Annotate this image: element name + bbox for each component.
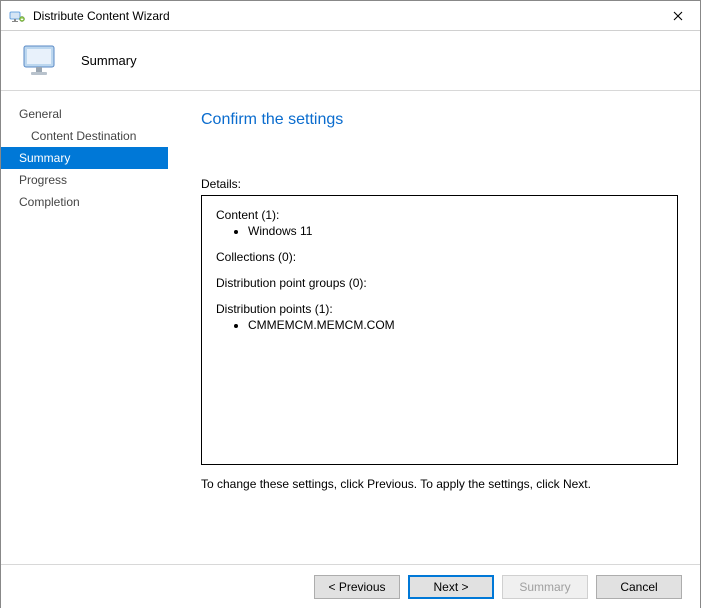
app-icon [9,8,25,24]
details-label: Details: [201,177,678,191]
details-dp-item: CMMEMCM.MEMCM.COM [248,318,663,332]
content-pane: Confirm the settings Details: Content (1… [169,91,700,564]
nav-item-progress[interactable]: Progress [1,169,168,191]
cancel-button[interactable]: Cancel [596,575,682,599]
details-dp-header: Distribution points (1): [216,302,663,316]
monitor-icon [21,41,61,81]
close-button[interactable] [655,1,700,31]
details-content-item: Windows 11 [248,224,663,238]
titlebar: Distribute Content Wizard [1,1,700,31]
details-box: Content (1): Windows 11 Collections (0):… [201,195,678,465]
details-collections-header: Collections (0): [216,250,663,264]
summary-button: Summary [502,575,588,599]
details-content-header: Content (1): [216,208,663,222]
window-title: Distribute Content Wizard [33,9,170,23]
nav-item-completion[interactable]: Completion [1,191,168,213]
next-button[interactable]: Next > [408,575,494,599]
nav-item-summary[interactable]: Summary [1,147,168,169]
page-heading: Confirm the settings [201,111,678,129]
wizard-nav: General Content Destination Summary Prog… [1,91,169,564]
details-dpg-header: Distribution point groups (0): [216,276,663,290]
previous-button[interactable]: < Previous [314,575,400,599]
hint-text: To change these settings, click Previous… [201,477,678,491]
banner: Summary [1,31,700,91]
banner-title: Summary [81,53,137,68]
nav-item-content-destination[interactable]: Content Destination [1,125,168,147]
nav-item-general[interactable]: General [1,103,168,125]
footer: < Previous Next > Summary Cancel [1,564,700,608]
